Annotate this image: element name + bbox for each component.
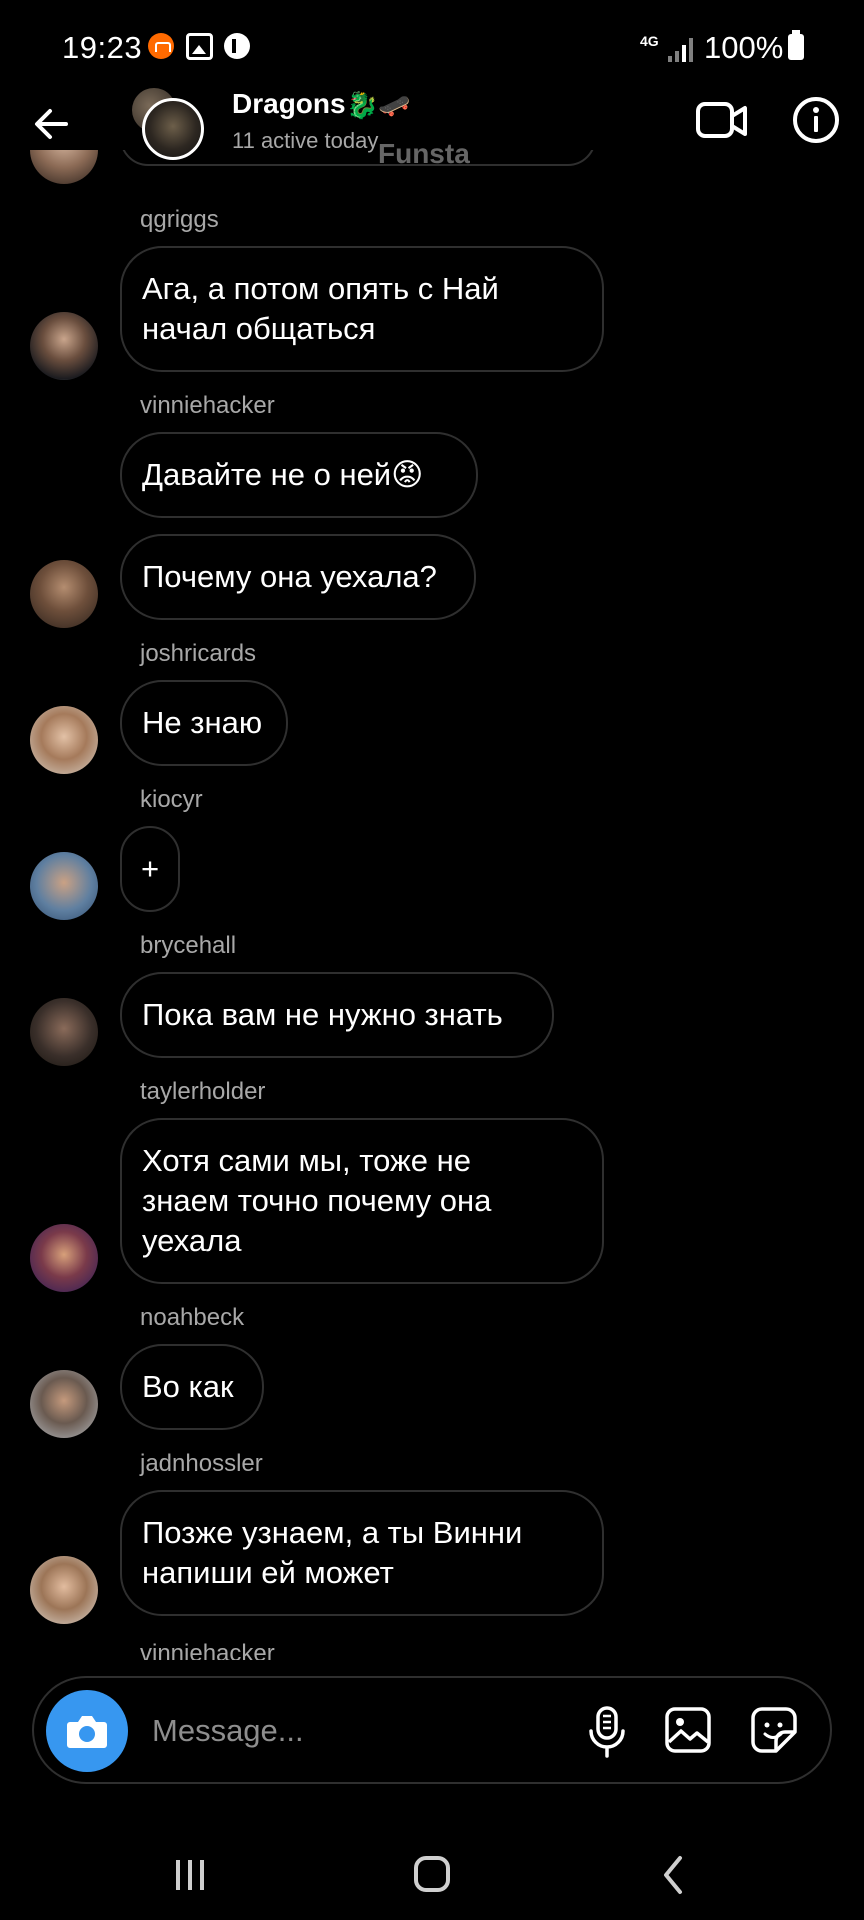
- image-icon: [665, 1707, 711, 1753]
- message-composer: [32, 1676, 832, 1784]
- message-username: vinniehacker: [140, 1640, 275, 1660]
- chat-header: Dragons 🐉🛹 11 active today Funsta: [0, 84, 864, 174]
- battery-percent: 100%: [704, 30, 784, 65]
- sticker-button[interactable]: [748, 1704, 800, 1756]
- home-button[interactable]: [402, 1850, 462, 1900]
- microphone-icon: [589, 1706, 625, 1758]
- avatar[interactable]: [30, 1224, 98, 1292]
- message-username: kiocyr: [140, 786, 203, 813]
- home-icon: [414, 1856, 450, 1892]
- network-type: 4G: [640, 33, 659, 49]
- message-username: joshricards: [140, 640, 257, 667]
- message-bubble[interactable]: Пока вам не нужно знать: [120, 972, 554, 1058]
- arrow-left-icon: [35, 109, 68, 139]
- video-camera-icon: [696, 102, 747, 138]
- avatar[interactable]: [30, 852, 98, 920]
- message-bubble[interactable]: +: [120, 826, 180, 912]
- avatar[interactable]: [30, 998, 98, 1066]
- group-name[interactable]: Dragons: [232, 88, 346, 120]
- video-call-button[interactable]: [694, 96, 750, 146]
- message-list[interactable]: qgriggs Ага, а потом опять с Най начал о…: [0, 150, 864, 1660]
- camera-button[interactable]: [46, 1690, 128, 1772]
- status-time: 19:23: [62, 30, 143, 65]
- message-username: vinniehacker: [140, 392, 275, 419]
- system-navigation-bar: [0, 1820, 864, 1920]
- message-input[interactable]: [150, 1708, 554, 1754]
- info-button[interactable]: [790, 94, 842, 146]
- message-bubble[interactable]: Хотя сами мы, тоже не знаем точно почему…: [120, 1118, 604, 1284]
- group-active-status: 11 active today: [232, 128, 379, 153]
- gallery-notification-icon: [186, 33, 213, 60]
- camera-icon: [67, 1716, 107, 1748]
- info-icon: [793, 97, 839, 143]
- signal-icon: [668, 38, 698, 62]
- message-bubble[interactable]: Позже узнаем, а ты Винни напиши ей может: [120, 1490, 604, 1616]
- message-bubble[interactable]: Во как: [120, 1344, 264, 1430]
- group-emoji: 🐉🛹: [346, 90, 411, 120]
- recent-apps-icon: [176, 1860, 204, 1890]
- avatar[interactable]: [30, 312, 98, 380]
- avatar[interactable]: [30, 1370, 98, 1438]
- message-bubble[interactable]: Ага, а потом опять с Най начал общаться: [120, 246, 604, 372]
- message-bubble[interactable]: Не знаю: [120, 680, 288, 766]
- voice-message-button[interactable]: [582, 1704, 632, 1760]
- mi-app-icon: [148, 33, 174, 59]
- battery-icon: [788, 30, 804, 60]
- message-username: noahbeck: [140, 1304, 245, 1331]
- overlay-label: Funsta: [378, 138, 470, 169]
- gallery-button[interactable]: [662, 1704, 714, 1756]
- message-username: jadnhossler: [140, 1450, 263, 1477]
- group-avatar[interactable]: [132, 88, 204, 160]
- avatar[interactable]: [30, 1556, 98, 1624]
- message-bubble[interactable]: Давайте не о ней😡: [120, 432, 478, 518]
- message-username: brycehall: [140, 932, 237, 959]
- message-bubble[interactable]: Почему она уехала?: [120, 534, 476, 620]
- message-username: taylerholder: [140, 1078, 266, 1105]
- avatar[interactable]: [30, 560, 98, 628]
- sticker-icon: [751, 1707, 797, 1753]
- chevron-left-icon: [664, 1856, 682, 1894]
- recent-apps-button[interactable]: [160, 1850, 220, 1900]
- back-nav-button[interactable]: [644, 1850, 704, 1900]
- message-username: qgriggs: [140, 206, 219, 233]
- app-notification-icon: [224, 33, 250, 59]
- status-bar: 19:23 4G 100%: [0, 0, 864, 96]
- back-button[interactable]: [28, 98, 80, 150]
- avatar[interactable]: [30, 706, 98, 774]
